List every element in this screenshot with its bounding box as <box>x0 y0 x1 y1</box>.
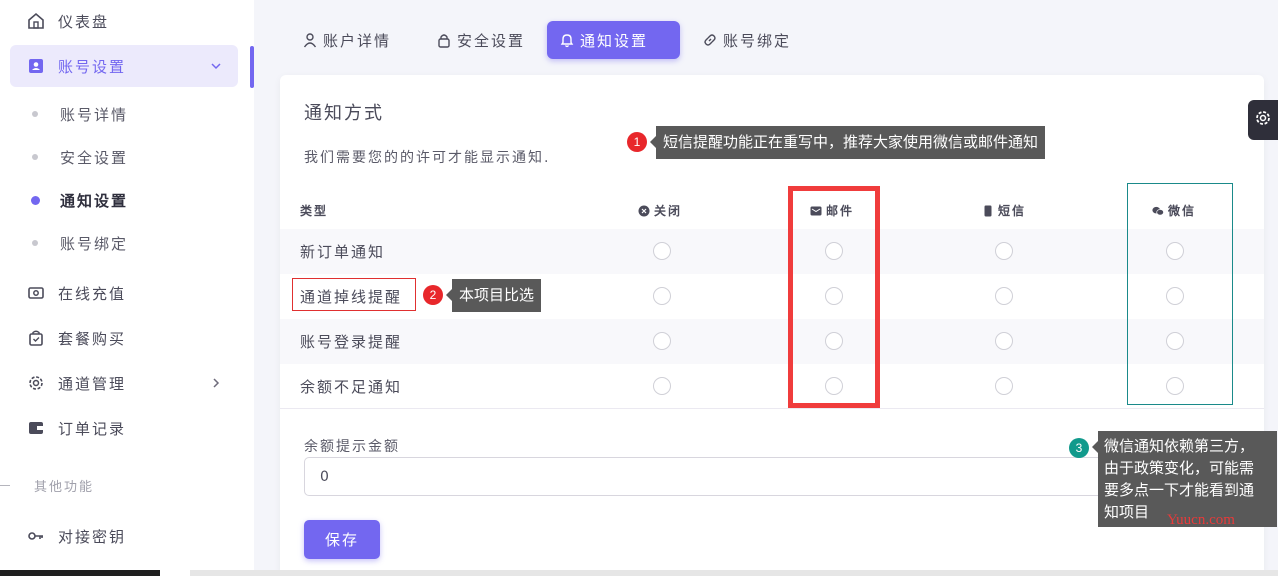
bullet-icon <box>32 154 38 160</box>
amount-label: 余额提示金额 <box>304 439 400 455</box>
gear-icon <box>1254 109 1272 131</box>
section-label-other: 其他功能 <box>0 476 94 495</box>
home-icon <box>26 11 46 31</box>
nav-package-label: 套餐购买 <box>58 329 127 348</box>
save-button[interactable]: 保存 <box>304 520 380 559</box>
link-icon <box>702 32 718 48</box>
card-title: 通知方式 <box>304 103 384 124</box>
tab-binding[interactable]: 账号绑定 <box>690 21 803 59</box>
annotation-badge-3: 3 <box>1069 438 1089 458</box>
lock-icon <box>436 32 452 48</box>
row-label: 新订单通知 <box>300 243 386 261</box>
annotation-badge-1: 1 <box>627 132 647 152</box>
user-icon <box>302 32 318 48</box>
tab-label: 账号绑定 <box>723 31 792 50</box>
column-label: 短信 <box>998 204 1027 218</box>
radio-sms[interactable] <box>995 242 1013 260</box>
wallet-icon <box>26 418 46 438</box>
annotation-box-wechat <box>1127 183 1233 405</box>
radio-off[interactable] <box>653 332 671 350</box>
shopping-bag-icon <box>26 328 46 348</box>
nav-channel[interactable]: 通道管理 <box>10 362 238 404</box>
radio-sms[interactable] <box>995 377 1013 395</box>
nav-account-settings-label: 账号设置 <box>58 57 127 76</box>
nav-recharge-label: 在线充值 <box>58 284 127 303</box>
tab-label: 安全设置 <box>457 31 526 50</box>
bullet-icon <box>31 195 40 205</box>
bullet-icon <box>32 240 38 246</box>
nav-dashboard[interactable]: 仪表盘 <box>10 0 238 42</box>
annotation-badge-2: 2 <box>423 285 443 305</box>
column-type: 类型 <box>300 202 328 219</box>
radio-off[interactable] <box>653 242 671 260</box>
radio-off[interactable] <box>653 377 671 395</box>
table-row: 账号登录提醒 <box>280 319 1264 364</box>
theme-settings-button[interactable] <box>1248 100 1278 140</box>
tab-label: 账户详情 <box>323 31 392 50</box>
nav-sub-account-details[interactable]: 账号详情 <box>10 96 238 132</box>
nav-sub-binding[interactable]: 账号绑定 <box>10 225 238 261</box>
divider <box>280 408 1264 409</box>
key-icon <box>26 526 46 546</box>
card-description: 我们需要您的的许可才能显示通知. <box>304 150 551 166</box>
annotation-box-row <box>292 278 416 311</box>
nav-channel-label: 通道管理 <box>58 374 127 393</box>
row-label: 余额不足通知 <box>300 378 403 396</box>
table-header: 类型 关闭 邮件 短信 微信 <box>280 187 1264 229</box>
tab-security[interactable]: 安全设置 <box>424 21 537 59</box>
id-card-icon <box>26 56 46 76</box>
nav-sub-label: 账号详情 <box>60 105 129 124</box>
nav-api-key-label: 对接密钥 <box>58 527 127 546</box>
sidebar-active-indicator <box>250 46 254 88</box>
close-circle-icon <box>638 205 650 217</box>
nav-account-settings[interactable]: 账号设置 <box>10 45 238 87</box>
tab-label: 通知设置 <box>580 31 649 50</box>
watermark: Yuucn.com <box>1167 512 1235 528</box>
column-off: 关闭 <box>638 202 682 219</box>
taskbar-strip <box>0 570 160 576</box>
divider <box>0 485 10 486</box>
bullet-icon <box>32 111 38 117</box>
tip-line: 由于政策变化，可能需 <box>1104 459 1255 477</box>
table-row: 余额不足通知 <box>280 364 1264 409</box>
annotation-tip-2: 本项目比选 <box>445 279 542 312</box>
chevron-right-icon <box>208 375 224 391</box>
column-label: 类型 <box>300 204 329 218</box>
annotation-box-email <box>788 186 880 408</box>
nav-sub-security[interactable]: 安全设置 <box>10 139 238 175</box>
scrollbar-track <box>190 570 1278 576</box>
tab-account-details[interactable]: 账户详情 <box>290 21 403 59</box>
section-label-text: 其他功能 <box>34 480 95 495</box>
nav-orders-label: 订单记录 <box>58 419 127 438</box>
sidebar: 仪表盘 账号设置 账号详情 安全设置 通知设置 账号绑定 在线充值 套餐购买 通… <box>0 0 254 576</box>
nav-package[interactable]: 套餐购买 <box>10 317 238 359</box>
nav-orders[interactable]: 订单记录 <box>10 407 238 449</box>
tip-line: 要多点一下才能看到通 <box>1104 481 1255 499</box>
table-row: 新订单通知 <box>280 229 1264 274</box>
nav-sub-label: 通知设置 <box>60 191 129 210</box>
radio-sms[interactable] <box>995 287 1013 305</box>
bell-icon <box>559 32 575 48</box>
radio-off[interactable] <box>653 287 671 305</box>
phone-icon <box>982 205 994 217</box>
radio-sms[interactable] <box>995 332 1013 350</box>
column-sms: 短信 <box>982 202 1026 219</box>
nav-sub-label: 安全设置 <box>60 148 129 167</box>
chevron-down-icon <box>208 58 224 74</box>
column-label: 关闭 <box>654 204 683 218</box>
nav-sub-notifications[interactable]: 通知设置 <box>10 182 238 218</box>
tab-notifications[interactable]: 通知设置 <box>547 21 680 59</box>
nav-sub-label: 账号绑定 <box>60 234 129 253</box>
nav-recharge[interactable]: 在线充值 <box>10 272 238 314</box>
money-icon <box>26 283 46 303</box>
nav-dashboard-label: 仪表盘 <box>58 12 110 31</box>
tip-line: 微信通知依赖第三方， <box>1104 437 1255 455</box>
annotation-tip-1: 短信提醒功能正在重写中，推荐大家使用微信或邮件通知 <box>649 126 1046 159</box>
gear-icon <box>26 373 46 393</box>
nav-api-key[interactable]: 对接密钥 <box>10 515 238 557</box>
row-label: 账号登录提醒 <box>300 333 403 351</box>
